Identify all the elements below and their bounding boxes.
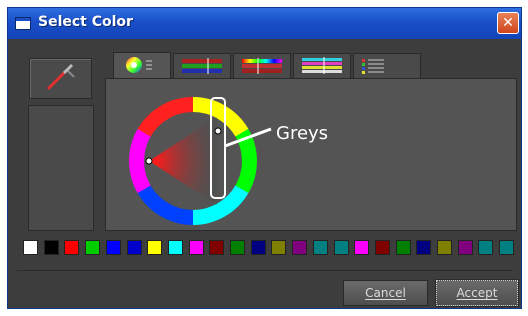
color-wheel-icon <box>126 57 152 73</box>
tab-color-wheel[interactable] <box>113 52 171 79</box>
rgb-sliders-icon <box>182 58 222 74</box>
tab-cmyk[interactable] <box>293 53 351 78</box>
color-swatch[interactable] <box>23 240 38 255</box>
color-swatch[interactable] <box>167 240 183 255</box>
divider <box>17 270 512 271</box>
color-selector-handle[interactable] <box>145 157 153 165</box>
tab-hsv[interactable] <box>233 53 291 78</box>
color-swatch[interactable] <box>147 240 163 255</box>
color-swatch[interactable] <box>64 240 80 255</box>
color-swatch[interactable] <box>457 240 473 255</box>
eyedropper-button[interactable] <box>29 58 92 99</box>
greys-handle[interactable] <box>214 127 222 135</box>
tab-rgb[interactable] <box>173 53 231 78</box>
color-swatch[interactable] <box>437 240 452 255</box>
window-icon <box>15 17 31 30</box>
color-swatch[interactable] <box>312 240 328 255</box>
color-swatch[interactable] <box>230 240 245 255</box>
color-swatch[interactable] <box>333 240 349 255</box>
color-swatch[interactable] <box>105 240 121 255</box>
hsv-sliders-icon <box>242 58 282 74</box>
accept-button[interactable]: Accept <box>435 279 519 307</box>
color-preview <box>28 105 94 231</box>
color-swatch[interactable] <box>416 240 432 255</box>
color-swatch[interactable] <box>250 240 266 255</box>
color-swatch[interactable] <box>499 240 515 255</box>
color-swatch[interactable] <box>374 240 390 255</box>
dialog-title: Select Color <box>38 14 133 30</box>
color-swatch[interactable] <box>85 240 101 255</box>
swatch-palette <box>23 240 518 256</box>
close-button[interactable]: ✕ <box>497 12 519 34</box>
color-swatch[interactable] <box>271 240 287 255</box>
eyedropper-icon <box>46 63 75 91</box>
color-swatch[interactable] <box>292 240 308 255</box>
hue-wheel[interactable] <box>106 79 516 230</box>
title-bar[interactable]: Select Color ✕ <box>8 8 521 39</box>
color-swatch[interactable] <box>478 240 494 255</box>
cancel-button[interactable]: Cancel <box>343 280 428 306</box>
color-swatch[interactable] <box>43 240 59 255</box>
saturation-triangle[interactable] <box>149 117 217 205</box>
palette-list-icon <box>362 59 384 74</box>
color-picker-panel <box>105 78 517 231</box>
select-color-dialog: Select Color ✕ Greys Cancel Accept <box>7 7 522 309</box>
color-swatch[interactable] <box>126 240 142 255</box>
greys-annotation-label: Greys <box>276 123 329 144</box>
color-swatch[interactable] <box>209 240 225 255</box>
color-swatch[interactable] <box>188 240 204 255</box>
color-swatch[interactable] <box>354 240 370 255</box>
tab-palette[interactable] <box>353 53 421 78</box>
cmyk-sliders-icon <box>302 57 342 74</box>
color-swatch[interactable] <box>395 240 411 255</box>
